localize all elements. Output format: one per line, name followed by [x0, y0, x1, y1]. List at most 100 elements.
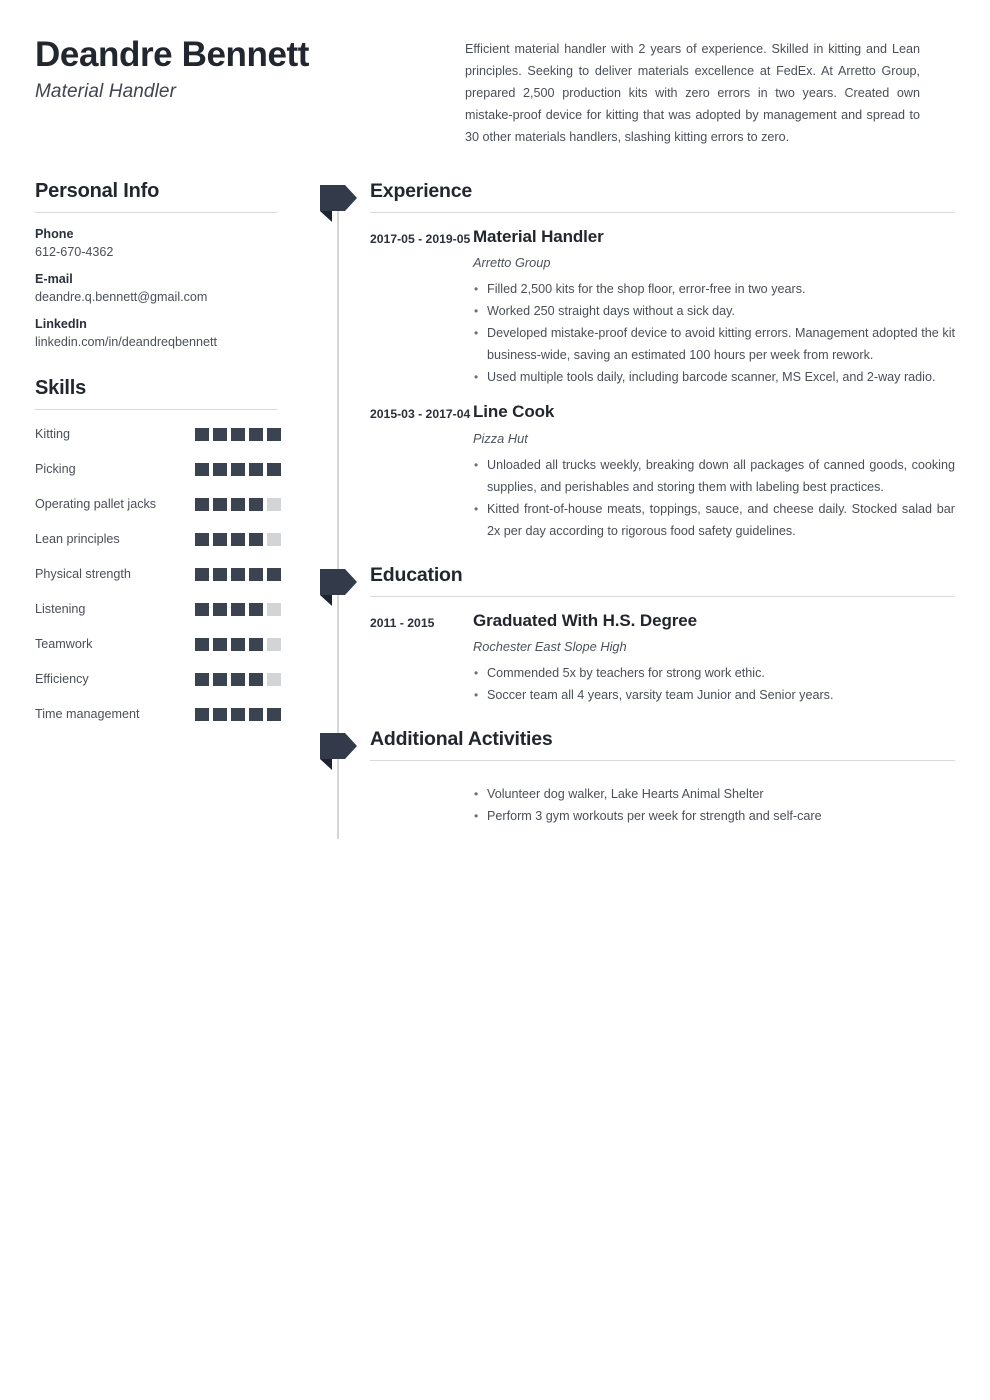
entry-body: Material Handler Arretto Group Filled 2,50… — [473, 227, 955, 388]
skill-level-square — [249, 533, 263, 546]
skill-level-square — [267, 708, 281, 721]
skill-level-meter — [195, 529, 281, 546]
education-header: Education — [320, 563, 955, 606]
skill-level-square — [195, 673, 209, 686]
skill-level-square — [249, 498, 263, 511]
entry-organization: Arretto Group — [473, 255, 551, 271]
candidate-name: Deandre Bennett — [35, 35, 310, 74]
skill-row: Lean principles — [35, 529, 320, 550]
skill-level-square — [231, 568, 245, 581]
additional-activities-section: Additional Activities Volunteer dog walk… — [320, 728, 955, 827]
skill-level-meter — [195, 459, 281, 476]
skills-section: Skills Kitting Picking Operating pallet ja… — [35, 377, 320, 725]
education-entries: 2011 - 2015 Graduated With H.S. Degree Roc… — [338, 611, 955, 706]
skill-level-square — [231, 498, 245, 511]
section-flag-icon — [320, 185, 357, 222]
skill-row: Teamwork — [35, 634, 320, 655]
entry-body: Graduated With H.S. Degree Rochester East… — [473, 611, 955, 706]
skill-level-meter — [195, 424, 281, 441]
skill-level-square — [213, 498, 227, 511]
contact-linkedin-label: LinkedIn — [35, 317, 87, 331]
bullet-item: Kitted front-of-house meats, toppings, s… — [473, 498, 955, 542]
skill-level-square — [195, 708, 209, 721]
resume-body: Personal Info Phone 612-670-4362 E-mail … — [0, 180, 990, 840]
skill-level-square — [213, 603, 227, 616]
sidebar: Personal Info Phone 612-670-4362 E-mail … — [35, 180, 320, 827]
skills-list: Kitting Picking Operating pallet jacks Lean… — [35, 424, 320, 725]
contact-email: E-mail deandre.q.bennett@gmail.com — [35, 272, 320, 304]
skill-level-square — [195, 498, 209, 511]
skill-name: Listening — [35, 602, 86, 616]
skill-level-meter — [195, 669, 281, 686]
skill-level-square — [195, 463, 209, 476]
contact-phone-label: Phone — [35, 227, 74, 241]
timeline-entry: 2015-03 - 2017-04Line Cook Pizza Hut Unloa… — [338, 402, 955, 541]
skill-level-square — [249, 638, 263, 651]
contact-linkedin: LinkedIn linkedin.com/in/deandreqbennett — [35, 317, 320, 349]
additional-activities-bullets: Volunteer dog walker, Lake Hearts Animal… — [473, 783, 955, 827]
personal-info-section: Personal Info Phone 612-670-4362 E-mail … — [35, 180, 320, 349]
additional-activities-body: Volunteer dog walker, Lake Hearts Animal… — [473, 775, 955, 827]
contact-phone-value: 612-670-4362 — [35, 245, 114, 259]
resume-header: Deandre Bennett Material Handler Efficie… — [0, 0, 990, 148]
bullet-item: Used multiple tools daily, including bar… — [473, 366, 955, 388]
education-heading: Education — [370, 563, 463, 586]
skill-row: Listening — [35, 599, 320, 620]
header-identity: Deandre Bennett Material Handler — [35, 30, 465, 148]
resume-page: Deandre Bennett Material Handler Efficie… — [0, 0, 990, 1400]
skill-level-square — [213, 428, 227, 441]
skill-level-square — [195, 428, 209, 441]
skill-level-square — [249, 428, 263, 441]
bullet-item: Commended 5x by teachers for strong work… — [473, 662, 955, 684]
skill-level-square — [213, 673, 227, 686]
skill-level-square — [213, 638, 227, 651]
skill-level-square — [249, 463, 263, 476]
skill-name: Time management — [35, 707, 140, 721]
skill-level-square — [249, 708, 263, 721]
skill-level-square — [231, 603, 245, 616]
skill-row: Operating pallet jacks — [35, 494, 320, 515]
skill-level-square — [231, 428, 245, 441]
entry-title: Graduated With H.S. Degree — [473, 610, 697, 630]
skill-level-square — [231, 463, 245, 476]
timeline-entry: 2017-05 - 2019-05 Material Handler Arretto… — [338, 227, 955, 388]
skill-level-square — [249, 603, 263, 616]
main-column: Experience 2017-05 - 2019-05 Material Han… — [320, 180, 955, 840]
skill-name: Kitting — [35, 427, 71, 441]
skill-level-square — [231, 673, 245, 686]
skill-level-square — [267, 673, 281, 686]
bullet-item: Filled 2,500 kits for the shop floor, er… — [473, 278, 955, 300]
skill-level-square — [213, 568, 227, 581]
bullet-item: Worked 250 straight days without a sick … — [473, 300, 955, 322]
additional-activities-header: Additional Activities — [320, 728, 955, 771]
skill-row: Kitting — [35, 424, 320, 445]
skill-name: Operating pallet jacks — [35, 497, 157, 511]
skill-level-meter — [195, 704, 281, 721]
experience-divider — [370, 212, 955, 213]
skill-level-square — [231, 708, 245, 721]
skill-level-meter — [195, 634, 281, 651]
section-flag-icon — [320, 733, 357, 771]
entry-bullets: Filled 2,500 kits for the shop floor, er… — [473, 278, 955, 388]
skill-level-square — [267, 533, 281, 546]
bullet-item: Developed mistake-proof device to avoid … — [473, 322, 955, 366]
skill-row: Picking — [35, 459, 320, 480]
contact-email-label: E-mail — [35, 272, 73, 286]
skill-level-square — [267, 603, 281, 616]
skill-level-meter — [195, 599, 281, 616]
entry-dates: 2017-05 - 2019-05 — [370, 232, 471, 246]
entry-dates: 2015-03 - 2017-04 — [370, 407, 471, 422]
skill-level-square — [195, 533, 209, 546]
personal-info-heading: Personal Info — [35, 180, 160, 202]
skill-row: Efficiency — [35, 669, 320, 690]
skill-level-square — [267, 568, 281, 581]
contact-email-value: deandre.q.bennett@gmail.com — [35, 290, 208, 304]
additional-activities-divider — [370, 760, 955, 762]
skill-level-meter — [195, 494, 281, 511]
entry-bullets: Commended 5x by teachers for strong work… — [473, 662, 955, 706]
entry-organization: Rochester East Slope High — [473, 639, 627, 655]
skill-level-square — [267, 463, 281, 476]
professional-summary: Efficient material handler with 2 years … — [465, 42, 920, 144]
bullet-item: Soccer team all 4 years, varsity team Ju… — [473, 684, 955, 706]
skill-level-square — [249, 673, 263, 686]
